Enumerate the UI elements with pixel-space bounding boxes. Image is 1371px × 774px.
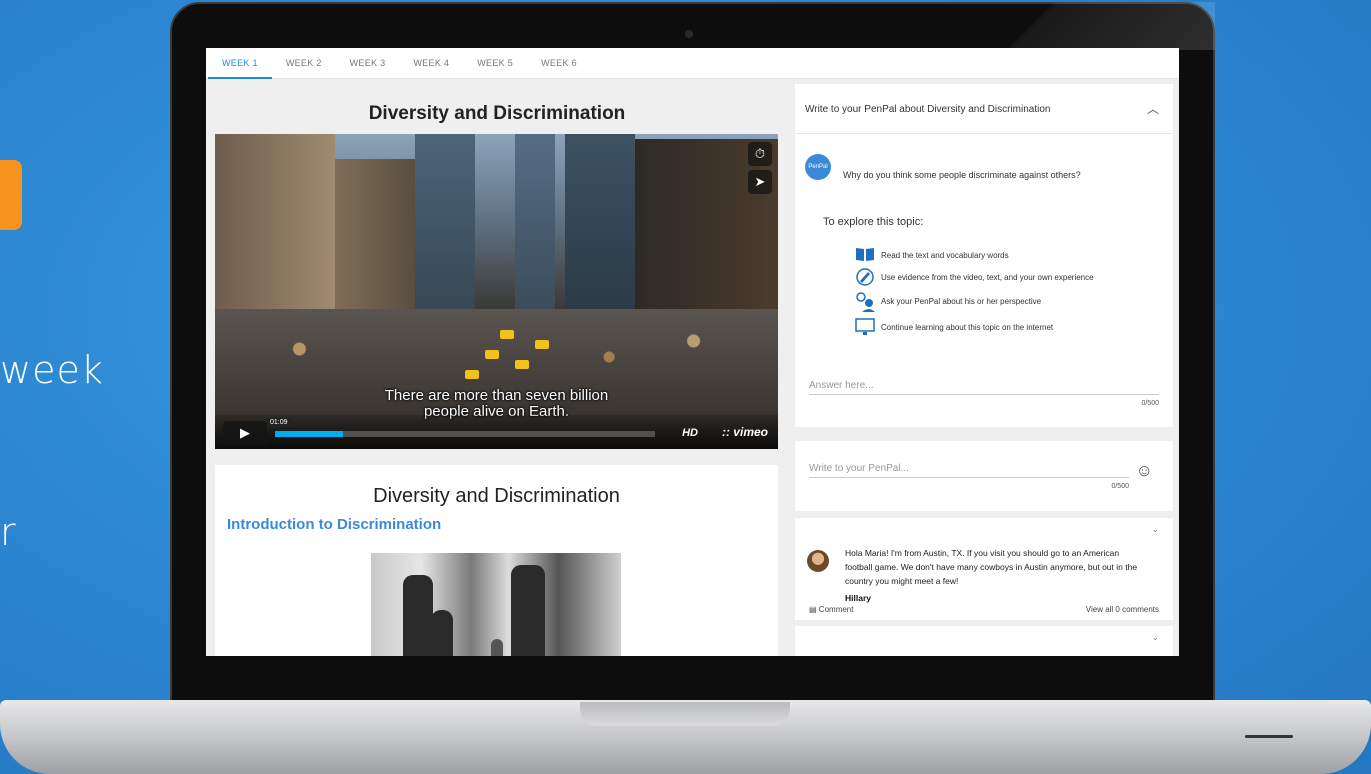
comment-icon: ▤ xyxy=(809,605,817,614)
side-text-week: week xyxy=(0,348,104,392)
article-photo xyxy=(371,553,621,656)
pencil-icon xyxy=(855,268,875,286)
play-icon[interactable]: ▶ xyxy=(223,421,267,445)
monitor-icon xyxy=(855,318,875,336)
chevron-up-icon[interactable]: ︿ xyxy=(1147,100,1159,117)
vimeo-logo[interactable]: :: vimeo xyxy=(722,425,768,439)
video-player[interactable]: ⏱ ➤ There are more than seven billion pe… xyxy=(215,134,778,449)
message-text: Hola Maria! I'm from Austin, TX. If you … xyxy=(845,548,1138,586)
tab-week-2[interactable]: WEEK 2 xyxy=(272,48,336,79)
laptop-notch xyxy=(580,702,790,726)
message-card-next: ⌄ xyxy=(795,626,1173,656)
article-card: Diversity and Discrimination Introductio… xyxy=(215,465,778,656)
explore-item-evidence: Use evidence from the video, text, and y… xyxy=(855,268,1094,286)
article-subtitle: Introduction to Discrimination xyxy=(227,516,442,533)
people-icon xyxy=(855,292,875,312)
camera-icon xyxy=(685,30,693,38)
tab-week-4[interactable]: WEEK 4 xyxy=(399,48,463,79)
explore-item-ask: Ask your PenPal about his or her perspec… xyxy=(855,292,1041,312)
tab-week-1[interactable]: WEEK 1 xyxy=(208,48,272,79)
answer-input[interactable]: Answer here... xyxy=(809,380,1159,395)
emoji-icon[interactable]: ☺ xyxy=(1136,461,1153,481)
explore-title: To explore this topic: xyxy=(823,216,924,228)
prompt-question: Why do you think some people discriminat… xyxy=(843,170,1081,180)
article-title: Diversity and Discrimination xyxy=(373,485,620,507)
hd-badge[interactable]: HD xyxy=(682,427,698,439)
comment-button[interactable]: ▤ Comment xyxy=(809,605,853,614)
penpal-message-input[interactable]: Write to your PenPal... xyxy=(809,463,1129,478)
app-screen: WEEK 1 WEEK 2 WEEK 3 WEEK 4 WEEK 5 WEEK … xyxy=(206,48,1179,656)
penpal-logo: PenPal xyxy=(805,154,831,180)
chevron-down-icon[interactable]: ⌄ xyxy=(1151,632,1159,643)
penpal-panel: Write to your PenPal about Diversity and… xyxy=(795,79,1173,656)
tab-week-6[interactable]: WEEK 6 xyxy=(527,48,591,79)
lesson-panel: Diversity and Discrimination ⏱ ➤ There a… xyxy=(206,79,788,656)
orange-accent xyxy=(0,160,22,230)
avatar xyxy=(807,550,829,572)
video-controls: ▶ 01:09 HD :: vimeo xyxy=(215,415,778,449)
laptop-slot xyxy=(1245,735,1293,738)
prompt-header[interactable]: Write to your PenPal about Diversity and… xyxy=(795,84,1173,134)
answer-char-count: 0/500 xyxy=(1141,400,1159,407)
video-time: 01:09 xyxy=(267,418,291,427)
side-text-r: r xyxy=(0,510,16,554)
week-tabs: WEEK 1 WEEK 2 WEEK 3 WEEK 4 WEEK 5 WEEK … xyxy=(206,48,1179,79)
video-title: Diversity and Discrimination xyxy=(368,103,626,124)
tab-week-3[interactable]: WEEK 3 xyxy=(336,48,400,79)
message-author: Hillary xyxy=(845,593,871,603)
tab-week-5[interactable]: WEEK 5 xyxy=(463,48,527,79)
prompt-card: Write to your PenPal about Diversity and… xyxy=(795,84,1173,427)
book-icon xyxy=(855,246,875,264)
message-char-count: 0/500 xyxy=(1111,483,1129,490)
explore-item-read: Read the text and vocabulary words xyxy=(855,246,1009,264)
message-card: ⌄ Hola Maria! I'm from Austin, TX. If yo… xyxy=(795,518,1173,620)
explore-item-internet: Continue learning about this topic on th… xyxy=(855,318,1053,336)
view-all-comments-link[interactable]: View all 0 comments xyxy=(1086,605,1159,614)
chevron-down-icon[interactable]: ⌄ xyxy=(1151,524,1159,535)
watch-later-icon[interactable]: ⏱ xyxy=(748,142,772,166)
share-icon[interactable]: ➤ xyxy=(748,170,772,194)
video-progress[interactable] xyxy=(275,431,655,437)
write-card: Write to your PenPal... 0/500 ☺ xyxy=(795,441,1173,511)
